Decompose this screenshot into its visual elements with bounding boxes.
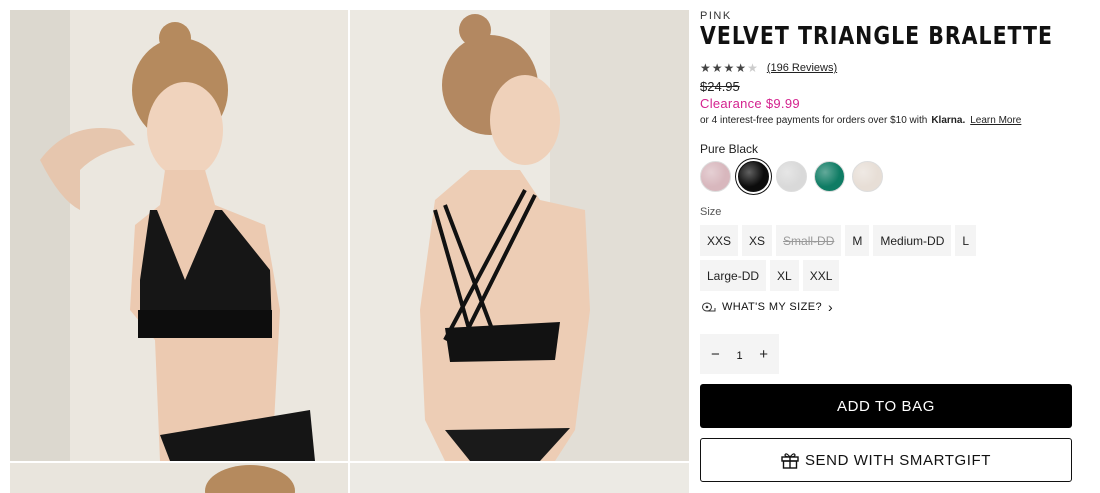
color-swatch-emerald-velvet[interactable]: [814, 161, 845, 192]
quantity-decrease-button[interactable]: −: [711, 347, 720, 362]
klarna-info: or 4 interest-free payments for orders o…: [700, 115, 1021, 126]
clearance-price: Clearance $9.99: [700, 96, 800, 111]
send-with-smartgift-button[interactable]: SEND WITH SMARTGIFT: [700, 438, 1072, 482]
color-swatch-pure-black[interactable]: [738, 161, 769, 192]
star-icon: ★: [723, 61, 736, 75]
size-row-1: XXS XS Small-DD M Medium-DD L: [700, 225, 977, 256]
size-option-xl[interactable]: XL: [770, 260, 799, 291]
color-swatch-champagne-velvet[interactable]: [852, 161, 883, 192]
gift-icon: [781, 452, 799, 469]
size-option-xxl[interactable]: XXL: [802, 260, 840, 291]
quantity-stepper: − 1 +: [700, 334, 779, 374]
klarna-text: or 4 interest-free payments for orders o…: [700, 115, 928, 126]
size-option-large-dd[interactable]: Large-DD: [700, 260, 767, 291]
quantity-value[interactable]: 1: [736, 350, 742, 362]
smartgift-label: SEND WITH SMARTGIFT: [804, 451, 992, 469]
star-icon: ★: [711, 61, 724, 75]
rating-row[interactable]: ★★★★★ (196 Reviews): [700, 61, 837, 75]
star-icon: ★: [747, 61, 759, 75]
size-option-xxs[interactable]: XXS: [700, 225, 739, 256]
whats-my-size-link[interactable]: WHAT'S MY SIZE? ›: [702, 299, 833, 315]
chevron-right-icon: ›: [827, 299, 834, 315]
size-option-l[interactable]: L: [955, 225, 977, 256]
star-rating: ★★★★★: [700, 61, 759, 75]
tape-measure-icon: [702, 302, 716, 312]
reviews-link[interactable]: (196 Reviews): [767, 62, 837, 74]
color-swatches: [700, 161, 883, 192]
size-row-2: Large-DD XL XXL: [700, 260, 840, 291]
size-option-medium-dd[interactable]: Medium-DD: [873, 225, 952, 256]
color-swatch-silver-velvet[interactable]: [776, 161, 807, 192]
product-title: VELVET TRIANGLE BRALETTE: [700, 21, 1053, 50]
klarna-logo: Klarna.: [931, 115, 966, 126]
whats-my-size-label: WHAT'S MY SIZE?: [722, 301, 822, 313]
quantity-increase-button[interactable]: +: [759, 347, 768, 362]
color-swatch-pink-velvet[interactable]: [700, 161, 731, 192]
product-image-3[interactable]: [10, 463, 348, 493]
star-icon: ★: [735, 61, 748, 75]
size-option-xs[interactable]: XS: [742, 225, 773, 256]
size-option-small-dd[interactable]: Small-DD: [776, 225, 842, 256]
original-price: $24.95: [700, 79, 740, 94]
product-image-back[interactable]: [350, 10, 689, 461]
size-option-m[interactable]: M: [845, 225, 870, 256]
star-icon: ★: [700, 61, 712, 75]
product-image-4[interactable]: [350, 463, 689, 493]
learn-more-link[interactable]: Learn More: [970, 115, 1021, 126]
selected-color-name: Pure Black: [700, 142, 759, 156]
add-to-bag-button[interactable]: ADD TO BAG: [700, 384, 1072, 428]
size-label: Size: [700, 206, 722, 218]
product-image-front[interactable]: [10, 10, 348, 461]
